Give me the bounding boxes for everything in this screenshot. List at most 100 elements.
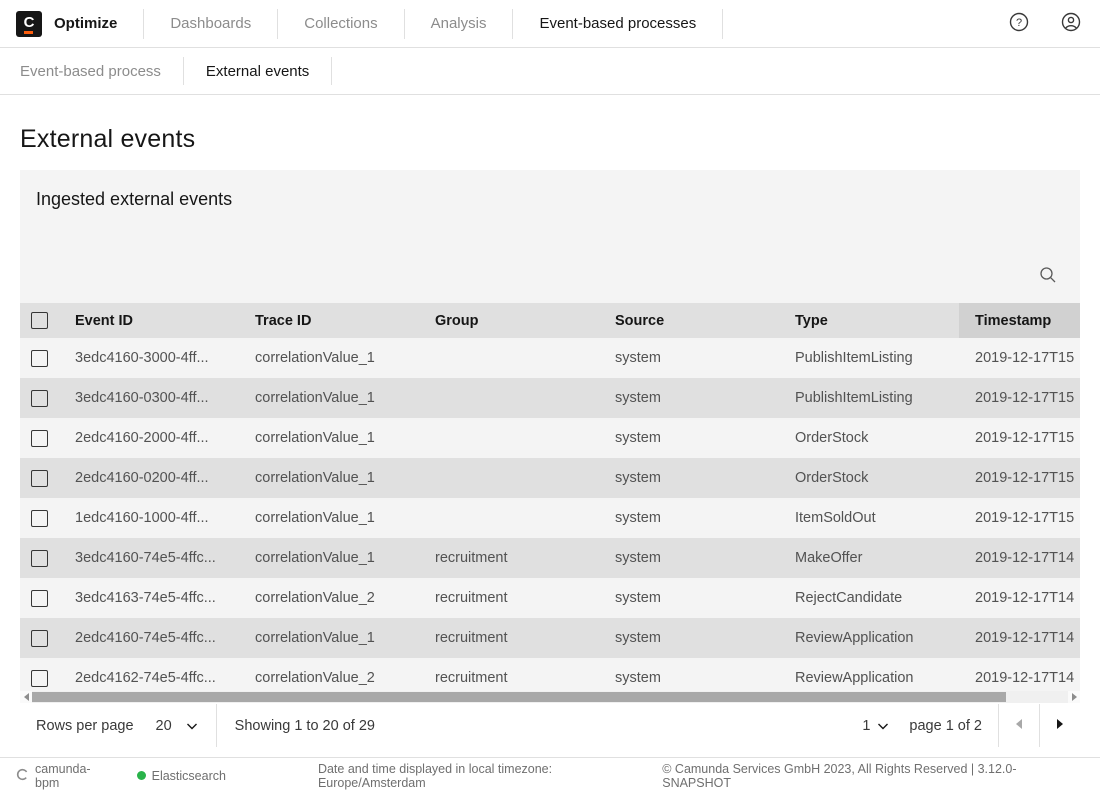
- cell-event-id: 2edc4160-74e5-4ffc...: [59, 618, 239, 658]
- scrollbar-track[interactable]: [32, 691, 1068, 703]
- nav-collections[interactable]: Collections: [304, 15, 377, 32]
- cell-type: PublishItemListing: [779, 378, 959, 418]
- row-checkbox[interactable]: [31, 590, 48, 607]
- cell-trace-id: correlationValue_2: [239, 658, 419, 691]
- cell-source: system: [599, 418, 779, 458]
- divider: [404, 9, 405, 39]
- cell-timestamp: 2019-12-17T14: [959, 578, 1080, 618]
- nav-dashboards[interactable]: Dashboards: [170, 15, 251, 32]
- cell-trace-id: correlationValue_1: [239, 418, 419, 458]
- column-header-event-id[interactable]: Event ID: [59, 303, 239, 338]
- row-checkbox[interactable]: [31, 350, 48, 367]
- cell-timestamp: 2019-12-17T14: [959, 538, 1080, 578]
- rows-per-page-value[interactable]: 20: [156, 718, 172, 734]
- cell-timestamp: 2019-12-17T15: [959, 378, 1080, 418]
- cell-group: [419, 338, 599, 378]
- help-button[interactable]: ?: [1008, 11, 1030, 36]
- engine-connection: camunda-bpm: [16, 762, 115, 790]
- table-row: 3edc4160-74e5-4ffc...correlationValue_1r…: [20, 538, 1080, 578]
- column-header-timestamp[interactable]: Timestamp: [959, 303, 1080, 338]
- table-row: 2edc4160-0200-4ff...correlationValue_1sy…: [20, 458, 1080, 498]
- cell-timestamp: 2019-12-17T15: [959, 498, 1080, 538]
- nav-event-based-processes[interactable]: Event-based processes: [539, 15, 696, 32]
- divider: [722, 9, 723, 39]
- table-row: 1edc4160-1000-4ff...correlationValue_1sy…: [20, 498, 1080, 538]
- cell-event-id: 3edc4160-74e5-4ffc...: [59, 538, 239, 578]
- select-all-checkbox[interactable]: [31, 312, 48, 329]
- table-row: 2edc4160-2000-4ff...correlationValue_1 sy…: [20, 418, 1080, 458]
- table-row: 3edc4163-74e5-4ffc...correlationValue_2r…: [20, 578, 1080, 618]
- cell-trace-id: correlationValue_1: [239, 618, 419, 658]
- cell-type: RejectCandidate: [779, 578, 959, 618]
- page-select-value: 1: [862, 718, 870, 734]
- previous-page-button[interactable]: [999, 704, 1039, 747]
- connection-ok-icon: [137, 771, 146, 780]
- scroll-right-icon[interactable]: [1068, 691, 1080, 703]
- app-header: C Optimize Dashboards Collections Analys…: [0, 0, 1100, 48]
- showing-text: Showing 1 to 20 of 29: [217, 718, 375, 734]
- row-checkbox[interactable]: [31, 510, 48, 527]
- column-header-source[interactable]: Source: [599, 303, 779, 338]
- divider: [331, 57, 332, 85]
- camunda-logo-letter: C: [24, 15, 35, 30]
- table-header-row: Event ID Trace ID Group Source Type Time…: [20, 303, 1080, 338]
- scroll-left-icon[interactable]: [20, 691, 32, 703]
- column-header-group[interactable]: Group: [419, 303, 599, 338]
- chevron-down-icon[interactable]: [186, 722, 198, 730]
- cell-type: ReviewApplication: [779, 658, 959, 691]
- row-checkbox[interactable]: [31, 630, 48, 647]
- cell-trace-id: correlationValue_1: [239, 498, 419, 538]
- cell-event-id: 2edc4160-0200-4ff...: [59, 458, 239, 498]
- nav-analysis[interactable]: Analysis: [431, 15, 487, 32]
- subnav: Event-based process External events: [0, 48, 1100, 95]
- events-table: Event ID Trace ID Group Source Type Time…: [20, 303, 1080, 691]
- divider: [143, 9, 144, 39]
- engine-connection-label: camunda-bpm: [35, 762, 115, 790]
- cell-timestamp: 2019-12-17T14: [959, 618, 1080, 658]
- next-page-button[interactable]: [1040, 704, 1080, 747]
- cell-group: recruitment: [419, 538, 599, 578]
- cell-group: [419, 498, 599, 538]
- cell-trace-id: correlationValue_1: [239, 378, 419, 418]
- card-title: Ingested external events: [36, 189, 232, 210]
- row-checkbox[interactable]: [31, 470, 48, 487]
- copyright-text: © Camunda Services GmbH 2023, All Rights…: [662, 762, 1084, 790]
- svg-text:?: ?: [1016, 17, 1022, 29]
- tab-event-based-process[interactable]: Event-based process: [20, 63, 161, 80]
- scrollbar-thumb[interactable]: [32, 692, 1006, 702]
- help-icon: ?: [1008, 11, 1030, 36]
- cell-type: OrderStock: [779, 458, 959, 498]
- cell-type: ReviewApplication: [779, 618, 959, 658]
- cell-timestamp: 2019-12-17T14: [959, 658, 1080, 691]
- cell-source: system: [599, 378, 779, 418]
- table-body: 3edc4160-3000-4ff...correlationValue_1sy…: [20, 338, 1080, 691]
- row-checkbox[interactable]: [31, 430, 48, 447]
- timezone-text: Date and time displayed in local timezon…: [318, 762, 662, 790]
- events-table-container: Event ID Trace ID Group Source Type Time…: [20, 303, 1080, 691]
- cell-timestamp: 2019-12-17T15: [959, 338, 1080, 378]
- row-checkbox[interactable]: [31, 550, 48, 567]
- cell-group: recruitment: [419, 618, 599, 658]
- tab-external-events[interactable]: External events: [206, 63, 309, 80]
- cell-event-id: 2edc4160-2000-4ff...: [59, 418, 239, 458]
- page-info: page 1 of 2: [903, 718, 998, 734]
- search-button[interactable]: [1036, 264, 1060, 288]
- table-row: 2edc4162-74e5-4ffc...correlationValue_2r…: [20, 658, 1080, 691]
- cell-source: system: [599, 578, 779, 618]
- divider: [277, 9, 278, 39]
- user-menu-button[interactable]: [1060, 11, 1082, 36]
- page-title: External events: [20, 125, 1100, 154]
- column-header-type[interactable]: Type: [779, 303, 959, 338]
- status-footer: camunda-bpm Elasticsearch Date and time …: [0, 757, 1100, 793]
- row-checkbox[interactable]: [31, 670, 48, 687]
- row-checkbox[interactable]: [31, 390, 48, 407]
- user-icon: [1060, 11, 1082, 36]
- page-select[interactable]: 1: [848, 704, 903, 747]
- cell-source: system: [599, 538, 779, 578]
- divider: [512, 9, 513, 39]
- column-header-trace-id[interactable]: Trace ID: [239, 303, 419, 338]
- horizontal-scrollbar[interactable]: [20, 691, 1080, 703]
- cell-group: [419, 418, 599, 458]
- cell-type: OrderStock: [779, 418, 959, 458]
- table-row: 3edc4160-3000-4ff...correlationValue_1sy…: [20, 338, 1080, 378]
